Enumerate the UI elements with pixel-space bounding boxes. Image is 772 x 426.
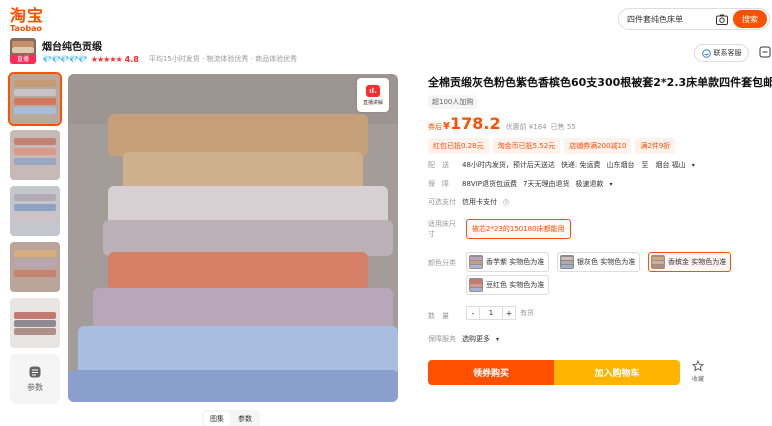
increment-button[interactable]: + [502,306,516,320]
taobao-logo[interactable]: 淘宝 Taobao [10,8,44,33]
diamond-rank-icon: 💎💎💎💎💎 [42,54,88,64]
payment-row: 可选支付 信用卡支付 ⓘ [428,197,509,207]
thumbnail[interactable] [10,130,60,180]
size-label: 适用床尺寸 [428,220,456,238]
stock-status: 有货 [520,309,534,317]
color-option-label: 银灰色 实物色为准 [577,258,636,266]
params-tile[interactable]: 参数 [10,354,60,404]
guarantee-item: 7天无理由退货 [522,180,570,188]
live-explain-button[interactable]: ıl. 直播讲解 [357,78,389,112]
service-row: 保障服务 选购更多 ▾ [428,334,499,344]
headset-icon [701,48,711,58]
color-option-label: 香槟金 实物色为准 [668,258,727,266]
original-price: 优惠前 ¥184 [505,123,547,131]
shop-name[interactable]: 烟台纯色贡缎 [42,38,102,53]
buy-now-button[interactable]: 领券购买 [428,360,554,385]
price: 178.2 [449,114,501,133]
chevron-down-icon[interactable]: ▾ [496,336,499,343]
search-input[interactable]: 四件套纯色床单 [619,14,715,25]
payment-value: 信用卡支付 [462,198,497,206]
chevron-down-icon[interactable]: ▾ [609,181,612,188]
thumbnail[interactable] [10,242,60,292]
color-swatch [651,255,665,269]
price-row: 券后 ¥ 178.2 优惠前 ¥184 已售 55 [428,114,576,133]
decrement-button[interactable]: - [466,306,480,320]
thumbnail[interactable] [10,186,60,236]
guarantee-label: 保 障 [428,180,449,188]
delivery-label: 配 送 [428,161,449,169]
guarantee-item[interactable]: 极速退款 [575,179,603,189]
quantity-input[interactable]: 1 [480,306,502,320]
coupon[interactable]: 满2件9折 [635,138,676,154]
delivery-route[interactable]: 山东烟台 至 烟台 福山 [607,160,686,170]
chevron-down-icon[interactable]: ▾ [692,162,695,169]
shop-rating: 4.8 [124,54,139,64]
params-icon [29,366,41,377]
main-product-image[interactable] [68,74,398,402]
sold-count: 已售 55 [550,123,576,131]
service-label: 联系客服 [713,49,742,57]
search-bar: 四件套纯色床单 搜索 [618,8,770,30]
live-tag: 直播 [10,55,36,64]
star-icon [692,360,704,372]
thumbnail[interactable] [10,298,60,348]
guarantee-item: 88VIP退货包运费 [462,180,517,188]
currency-symbol: ¥ [443,121,450,132]
delivery-time: 48小时内发货，预计后天送达 [462,161,555,169]
coupon[interactable]: 淘金币已抵5.52元 [492,138,561,154]
customer-service-button[interactable]: 联系客服 [694,44,749,62]
info-icon[interactable]: ⓘ [503,198,509,207]
thumbnail-list: 参数 [8,72,62,404]
color-option-label: 香芋紫 实物色为准 [486,258,545,266]
cart-count-tag: 超100人加购 [428,95,478,109]
color-swatch [469,255,483,269]
camera-icon[interactable] [715,12,729,26]
logo-en: Taobao [10,24,42,33]
coupon[interactable]: 红包已抵0.28元 [428,138,489,154]
guarantee-row: 保 障 88VIP退货包运费 7天无理由退货 极速退款 ▾ [428,179,612,189]
live-explain-label: 直播讲解 [362,99,383,106]
purchase-buttons: 领券购买 加入购物车 [428,360,680,385]
color-label: 颜色分类 [428,259,456,267]
shop-logo[interactable]: 直播 [10,38,36,64]
favorite-button[interactable]: 收藏 [688,360,708,383]
coupon[interactable]: 店铺券满200减10 [564,138,632,154]
thumbnail[interactable] [8,72,62,126]
service-row-label: 保障服务 [428,335,456,343]
search-button[interactable]: 搜索 [733,10,767,28]
params-label: 参数 [27,382,43,392]
delivery-free: 快递: 免运费 [560,161,601,169]
color-option-label: 豆红色 实物色为准 [486,281,545,289]
quantity-stepper: - 1 + 有货 [466,306,534,320]
shop-meta: 💎💎💎💎💎 ★★★★★ 4.8 平均15小时发货 · 物流体验优秀 · 商品体验… [42,54,297,64]
color-option[interactable]: 豆红色 实物色为准 [466,275,550,295]
product-title: 全棉贡缎灰色粉色紫色香槟色60支300根被套2*2.3床单款四件套包邮 [428,76,772,89]
tab-gallery[interactable]: 图集 [204,412,230,426]
tab-params[interactable]: 参数 [232,412,258,426]
shop-bar: 直播 烟台纯色贡缎 💎💎💎💎💎 ★★★★★ 4.8 平均15小时发货 · 物流体… [10,38,630,68]
add-to-cart-button[interactable]: 加入购物车 [554,360,680,385]
size-option[interactable]: 被芯2*23的150180床都能用 [466,219,571,239]
color-option[interactable]: 银灰色 实物色为准 [557,252,641,272]
live-icon: ıl. [366,84,380,97]
color-swatch [469,278,483,292]
service-more[interactable]: 选购更多 [462,334,490,344]
coupon-list: 红包已抵0.28元 淘金币已抵5.52元 店铺券满200减10 满2件9折 [428,138,676,154]
quantity-label: 数 量 [428,312,449,320]
more-options-icon[interactable] [758,45,772,59]
price-label: 券后 [428,123,442,131]
shop-tags: 平均15小时发货 · 物流体验优秀 · 商品体验优秀 [148,55,298,63]
favorite-label: 收藏 [691,376,704,383]
delivery-row: 配 送 48小时内发货，预计后天送达 快递: 免运费 山东烟台 至 烟台 福山 … [428,160,695,170]
color-option-selected[interactable]: 香槟金 实物色为准 [648,252,732,272]
star-rating-icon: ★★★★★ [90,54,123,64]
color-option[interactable]: 香芋紫 实物色为准 [466,252,550,272]
payment-label: 可选支付 [428,198,456,206]
color-swatch [560,255,574,269]
gallery-tabs: 图集 参数 [202,410,260,426]
logo-cn: 淘宝 [10,6,45,25]
